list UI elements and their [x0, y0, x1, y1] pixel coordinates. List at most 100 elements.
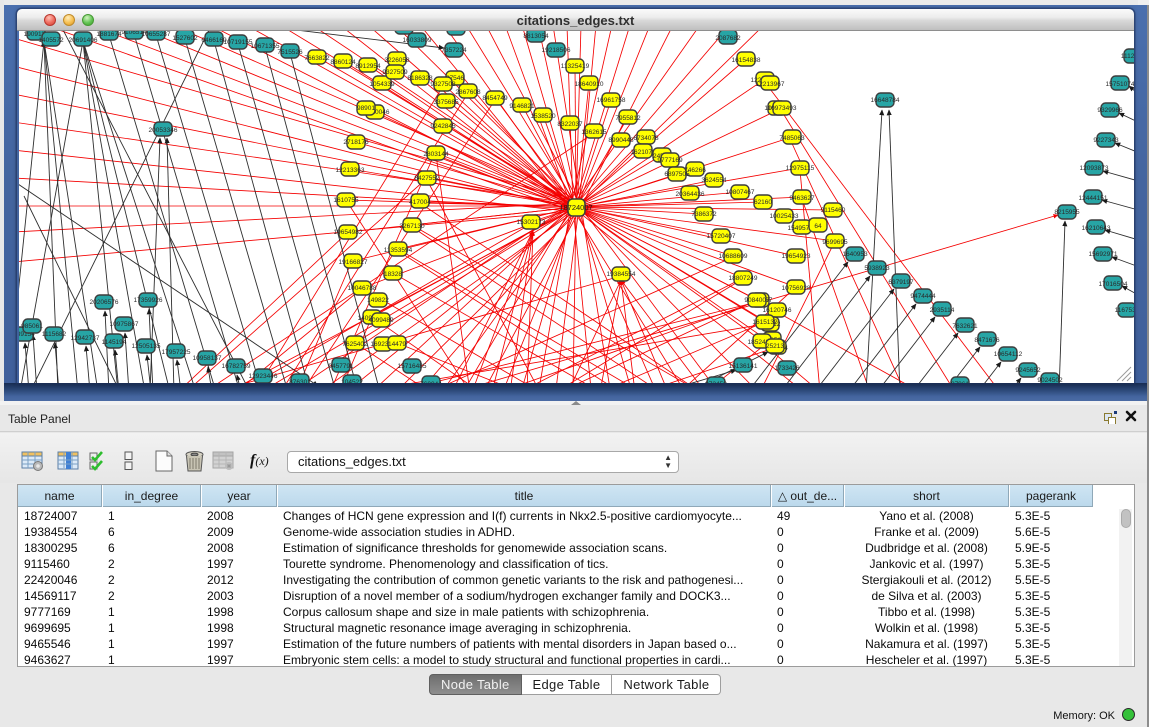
svg-text:11325419: 11325419	[561, 63, 590, 70]
svg-text:3267130: 3267130	[399, 223, 425, 230]
svg-text:2718176: 2718176	[343, 139, 369, 146]
svg-text:14479: 14479	[388, 341, 406, 348]
svg-text:972450: 972450	[705, 381, 727, 388]
svg-text:1145194: 1145194	[102, 339, 127, 346]
svg-text:16648784: 16648784	[871, 97, 900, 104]
svg-text:16154838: 16154838	[732, 57, 761, 64]
svg-text:62160: 62160	[754, 199, 772, 206]
svg-text:10025433: 10025433	[770, 213, 799, 220]
svg-text:10688609: 10688609	[719, 253, 748, 260]
svg-text:9327509: 9327509	[382, 69, 408, 76]
svg-text:20206576: 20206576	[90, 299, 119, 306]
svg-text:1167533: 1167533	[1115, 307, 1140, 314]
svg-text:16210643: 16210643	[1082, 225, 1111, 232]
svg-text:9777169: 9777169	[657, 157, 683, 164]
svg-text:87961: 87961	[951, 381, 969, 388]
svg-text:10719155: 10719155	[224, 39, 253, 46]
svg-text:7386372: 7386372	[691, 211, 717, 218]
svg-text:1115682: 1115682	[42, 331, 67, 338]
svg-text:8322037: 8322037	[557, 121, 583, 128]
svg-text:19166827: 19166827	[339, 259, 368, 266]
svg-text:15136141: 15136141	[729, 363, 758, 370]
svg-text:7485063: 7485063	[779, 135, 805, 142]
svg-text:15716485: 15716485	[398, 363, 427, 370]
svg-text:12444151: 12444151	[1079, 195, 1108, 202]
svg-text:3226058: 3226058	[384, 57, 410, 64]
svg-text:11353594: 11353594	[384, 247, 413, 254]
svg-text:10807467: 10807467	[726, 189, 755, 196]
svg-text:9699695: 9699695	[822, 239, 848, 246]
svg-text:9329966: 9329966	[1097, 107, 1123, 114]
svg-text:149822: 149822	[367, 297, 389, 304]
svg-text:9245652: 9245652	[1015, 367, 1041, 374]
svg-text:10671355: 10671355	[251, 43, 280, 50]
svg-text:1405572: 1405572	[38, 37, 64, 44]
svg-text:1112846: 1112846	[1121, 53, 1146, 60]
svg-text:760944: 760944	[420, 381, 442, 388]
svg-text:64: 64	[814, 223, 822, 230]
svg-text:9463627: 9463627	[789, 195, 815, 202]
svg-text:9474444: 9474444	[910, 293, 936, 300]
svg-text:10654112: 10654112	[994, 351, 1023, 358]
svg-text:18807249: 18807249	[729, 275, 758, 282]
svg-text:6734078: 6734078	[633, 135, 659, 142]
svg-text:8813054: 8813054	[523, 33, 549, 40]
svg-text:16782759: 16782759	[222, 363, 251, 370]
svg-text:19384554: 19384554	[607, 271, 636, 278]
svg-text:18724007: 18724007	[559, 203, 592, 212]
svg-text:210975: 210975	[393, 25, 415, 32]
svg-text:7955812: 7955812	[615, 115, 641, 122]
svg-text:8454749: 8454749	[482, 95, 508, 102]
svg-text:7625402: 7625402	[342, 341, 368, 348]
svg-text:1054339: 1054339	[369, 81, 395, 88]
svg-text:20691406: 20691406	[69, 37, 98, 44]
svg-text:12975115: 12975115	[786, 165, 815, 172]
svg-text:9115460: 9115460	[821, 207, 846, 214]
svg-text:6379197: 6379197	[888, 279, 914, 286]
svg-text:8427552: 8427552	[414, 175, 440, 182]
svg-text:12923446: 12923446	[249, 373, 278, 380]
svg-text:9327508: 9327508	[430, 81, 456, 88]
svg-text:1615132: 1615132	[752, 319, 778, 326]
svg-text:2935114: 2935114	[930, 307, 955, 314]
svg-text:8860124: 8860124	[330, 59, 356, 66]
svg-text:16120746: 16120746	[763, 307, 792, 314]
svg-text:104522: 104522	[341, 379, 363, 386]
svg-text:417004: 417004	[409, 199, 431, 206]
svg-text:19218506: 19218506	[542, 47, 571, 54]
svg-text:18328: 18328	[384, 271, 402, 278]
svg-text:15751074: 15751074	[1106, 81, 1135, 88]
svg-text:9024502: 9024502	[1037, 377, 1063, 384]
svg-text:17957225: 17957225	[162, 349, 191, 356]
svg-text:985061: 985061	[21, 323, 43, 330]
svg-text:12505135: 12505135	[132, 343, 161, 350]
svg-text:8990448: 8990448	[608, 137, 634, 144]
svg-text:9146821: 9146821	[509, 103, 535, 110]
svg-text:12213967: 12213967	[756, 81, 785, 88]
svg-text:9084007: 9084007	[744, 297, 770, 304]
svg-text:12213363: 12213363	[336, 167, 365, 174]
svg-text:7515526: 7515526	[277, 49, 303, 56]
svg-text:4099489: 4099489	[368, 317, 394, 324]
svg-text:25213: 25213	[766, 343, 784, 350]
svg-text:7632621: 7632621	[952, 323, 978, 330]
svg-text:1362615: 1362615	[581, 129, 607, 136]
svg-text:20364436: 20364436	[676, 191, 705, 198]
svg-text:1527602: 1527602	[172, 35, 198, 42]
svg-text:9242845: 9242845	[430, 123, 456, 130]
svg-text:15720407: 15720407	[707, 233, 736, 240]
svg-text:10973493: 10973493	[768, 105, 797, 112]
svg-text:2803144: 2803144	[423, 151, 449, 158]
svg-text:12093873: 12093873	[1080, 165, 1109, 172]
svg-text:83124: 83124	[447, 25, 465, 32]
svg-text:1640953: 1640953	[842, 251, 868, 258]
svg-text:10655287: 10655287	[142, 31, 171, 38]
svg-text:9227343: 9227343	[1093, 137, 1119, 144]
svg-text:8471676: 8471676	[974, 337, 1000, 344]
svg-text:7357224: 7357224	[441, 47, 467, 54]
svg-text:3624554: 3624554	[701, 177, 727, 184]
svg-text:1538520: 1538520	[530, 113, 556, 120]
svg-text:19654923: 19654923	[782, 253, 811, 260]
svg-text:3375685: 3375685	[433, 99, 459, 106]
svg-text:5938923: 5938923	[864, 265, 890, 272]
